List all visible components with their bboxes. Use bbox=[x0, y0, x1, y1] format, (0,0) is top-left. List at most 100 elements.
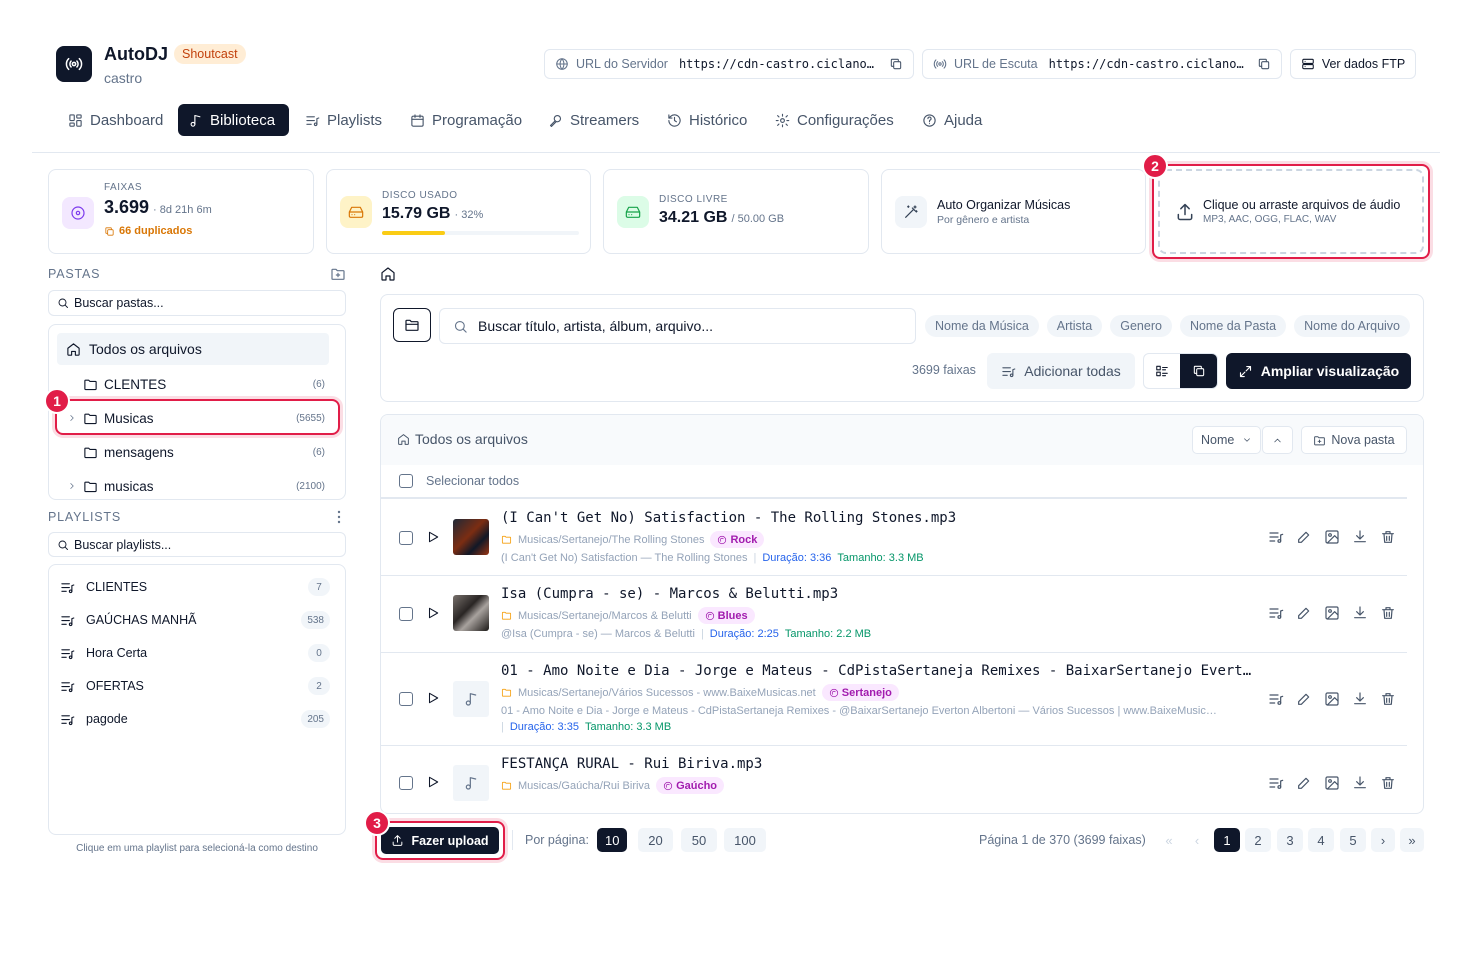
auto-organize-card[interactable]: Auto Organizar Músicas Por gênero e arti… bbox=[881, 169, 1146, 254]
image-icon[interactable] bbox=[1323, 691, 1341, 707]
list-breadcrumb[interactable]: Todos os arquivos bbox=[397, 431, 528, 447]
track-row[interactable]: 01 - Amo Noite e Dia - Jorge e Mateus - … bbox=[381, 654, 1407, 746]
track-row[interactable]: FESTANÇA RURAL - Rui Biriva.mp3 Musicas/… bbox=[381, 747, 1407, 813]
tab-dashboard[interactable]: Dashboard bbox=[58, 104, 173, 136]
server-url-box[interactable]: URL do Servidor https://cdn-castro.cicla… bbox=[544, 49, 914, 79]
add-to-playlist-icon[interactable] bbox=[1267, 605, 1285, 621]
image-icon[interactable] bbox=[1323, 775, 1341, 791]
trash-icon[interactable] bbox=[1379, 691, 1397, 707]
per-page-10[interactable]: 10 bbox=[597, 828, 628, 852]
edit-icon[interactable] bbox=[1295, 605, 1313, 621]
more-vertical-icon[interactable] bbox=[337, 510, 341, 524]
per-page-20[interactable]: 20 bbox=[638, 828, 673, 852]
genre-badge[interactable]: Sertanejo bbox=[821, 684, 899, 701]
tab-biblioteca[interactable]: Biblioteca bbox=[178, 104, 289, 136]
filter-nome-musica[interactable]: Nome da Música bbox=[925, 315, 1039, 337]
next-page-button[interactable]: › bbox=[1371, 828, 1395, 852]
download-icon[interactable] bbox=[1351, 529, 1369, 545]
trash-icon[interactable] bbox=[1379, 775, 1397, 791]
playlist-item-ofertas[interactable]: OFERTAS 2 bbox=[60, 675, 330, 697]
genre-badge[interactable]: Blues bbox=[697, 607, 755, 624]
sort-direction-button[interactable] bbox=[1262, 426, 1293, 454]
tab-configuracoes[interactable]: Configurações bbox=[765, 104, 904, 136]
track-checkbox[interactable] bbox=[399, 776, 413, 790]
add-to-playlist-icon[interactable] bbox=[1267, 691, 1285, 707]
download-icon[interactable] bbox=[1351, 775, 1369, 791]
add-all-button[interactable]: Adicionar todas bbox=[987, 353, 1135, 389]
playlist-search-input[interactable]: Buscar playlists... bbox=[48, 532, 346, 557]
ftp-button[interactable]: Ver dados FTP bbox=[1290, 49, 1416, 79]
calendar-icon bbox=[411, 113, 424, 127]
genre-badge[interactable]: Rock bbox=[710, 531, 765, 548]
filter-nome-pasta[interactable]: Nome da Pasta bbox=[1179, 315, 1287, 337]
page-3[interactable]: 3 bbox=[1277, 828, 1303, 852]
folder-search-input[interactable]: Buscar pastas... bbox=[48, 290, 346, 316]
grid-view-button[interactable] bbox=[1144, 354, 1180, 388]
folder-item-musicas-lower[interactable]: musicas (2100) bbox=[67, 475, 325, 497]
tab-playlists[interactable]: Playlists bbox=[295, 104, 392, 136]
duplicates-link[interactable]: 66 duplicados bbox=[104, 225, 192, 237]
edit-icon[interactable] bbox=[1295, 691, 1313, 707]
folder-item-mensagens[interactable]: mensagens (6) bbox=[83, 441, 325, 463]
folder-all-files[interactable]: Todos os arquivos bbox=[57, 333, 329, 365]
play-icon[interactable] bbox=[426, 530, 440, 544]
page-4[interactable]: 4 bbox=[1308, 828, 1334, 852]
playlist-item-clientes[interactable]: CLIENTES 7 bbox=[60, 576, 330, 598]
stat-card-tracks: FAIXAS 3.699 · 8d 21h 6m 66 duplicados bbox=[48, 169, 314, 254]
track-checkbox[interactable] bbox=[399, 692, 413, 706]
folder-item-clentes[interactable]: CLENTES (6) bbox=[83, 373, 325, 395]
play-icon[interactable] bbox=[426, 775, 440, 789]
first-page-button[interactable]: « bbox=[1157, 828, 1181, 852]
sort-select[interactable]: Nome bbox=[1192, 426, 1261, 454]
play-icon[interactable] bbox=[426, 691, 440, 705]
copy-icon[interactable] bbox=[1257, 57, 1271, 71]
play-icon[interactable] bbox=[426, 606, 440, 620]
add-to-playlist-icon[interactable] bbox=[1267, 775, 1285, 791]
chevron-right-icon[interactable] bbox=[67, 481, 77, 491]
image-icon[interactable] bbox=[1323, 529, 1341, 545]
edit-icon[interactable] bbox=[1295, 775, 1313, 791]
browse-folder-button[interactable] bbox=[393, 308, 431, 342]
copy-icon[interactable] bbox=[889, 57, 903, 71]
tab-programacao[interactable]: Programação bbox=[400, 104, 532, 136]
track-checkbox[interactable] bbox=[399, 531, 413, 545]
filter-artista[interactable]: Artista bbox=[1046, 315, 1103, 337]
track-path: Musicas/Gaúcha/Rui Biriva bbox=[518, 779, 651, 792]
select-all-checkbox[interactable] bbox=[399, 473, 413, 488]
playlist-item-pagode[interactable]: pagode 205 bbox=[60, 708, 330, 730]
filter-genero[interactable]: Genero bbox=[1110, 315, 1172, 337]
select-all-row[interactable]: Selecionar todos bbox=[381, 464, 1407, 499]
server-type-badge: Shoutcast bbox=[174, 44, 246, 64]
playlist-item-hora-certa[interactable]: Hora Certa 0 bbox=[60, 642, 330, 664]
track-search-input[interactable]: Buscar título, artista, álbum, arquivo..… bbox=[439, 308, 916, 344]
folder-plus-icon[interactable] bbox=[330, 266, 346, 282]
page-2[interactable]: 2 bbox=[1245, 828, 1271, 852]
image-icon[interactable] bbox=[1323, 605, 1341, 621]
tab-streamers[interactable]: Streamers bbox=[538, 104, 649, 136]
page-5[interactable]: 5 bbox=[1340, 828, 1366, 852]
download-icon[interactable] bbox=[1351, 605, 1369, 621]
expand-view-button[interactable]: Ampliar visualização bbox=[1226, 353, 1411, 389]
trash-icon[interactable] bbox=[1379, 605, 1397, 621]
page-1[interactable]: 1 bbox=[1214, 828, 1240, 852]
tab-ajuda[interactable]: Ajuda bbox=[912, 104, 992, 136]
trash-icon[interactable] bbox=[1379, 529, 1397, 545]
track-checkbox[interactable] bbox=[399, 607, 413, 621]
edit-icon[interactable] bbox=[1295, 529, 1313, 545]
add-to-playlist-icon[interactable] bbox=[1267, 529, 1285, 545]
home-icon[interactable] bbox=[380, 266, 396, 282]
track-row[interactable]: Isa (Cumpra - se) - Marcos & Belutti.mp3… bbox=[381, 577, 1407, 653]
per-page-100[interactable]: 100 bbox=[724, 828, 766, 852]
tab-historico[interactable]: Histórico bbox=[657, 104, 757, 136]
per-page-50[interactable]: 50 bbox=[681, 828, 717, 852]
filter-nome-arquivo[interactable]: Nome do Arquivo bbox=[1294, 315, 1410, 337]
genre-badge[interactable]: Gaúcho bbox=[656, 777, 725, 794]
download-icon[interactable] bbox=[1351, 691, 1369, 707]
new-folder-button[interactable]: Nova pasta bbox=[1301, 426, 1407, 454]
last-page-button[interactable]: » bbox=[1400, 828, 1424, 852]
track-row[interactable]: (I Can't Get No) Satisfaction - The Roll… bbox=[381, 500, 1407, 576]
playlist-item-gauchas-manha[interactable]: GAÚCHAS MANHÃ 538 bbox=[60, 609, 330, 631]
listen-url-box[interactable]: URL de Escuta https://cdn-castro.ciclano… bbox=[922, 49, 1282, 79]
compact-view-button[interactable] bbox=[1180, 354, 1217, 388]
prev-page-button[interactable]: ‹ bbox=[1185, 828, 1209, 852]
